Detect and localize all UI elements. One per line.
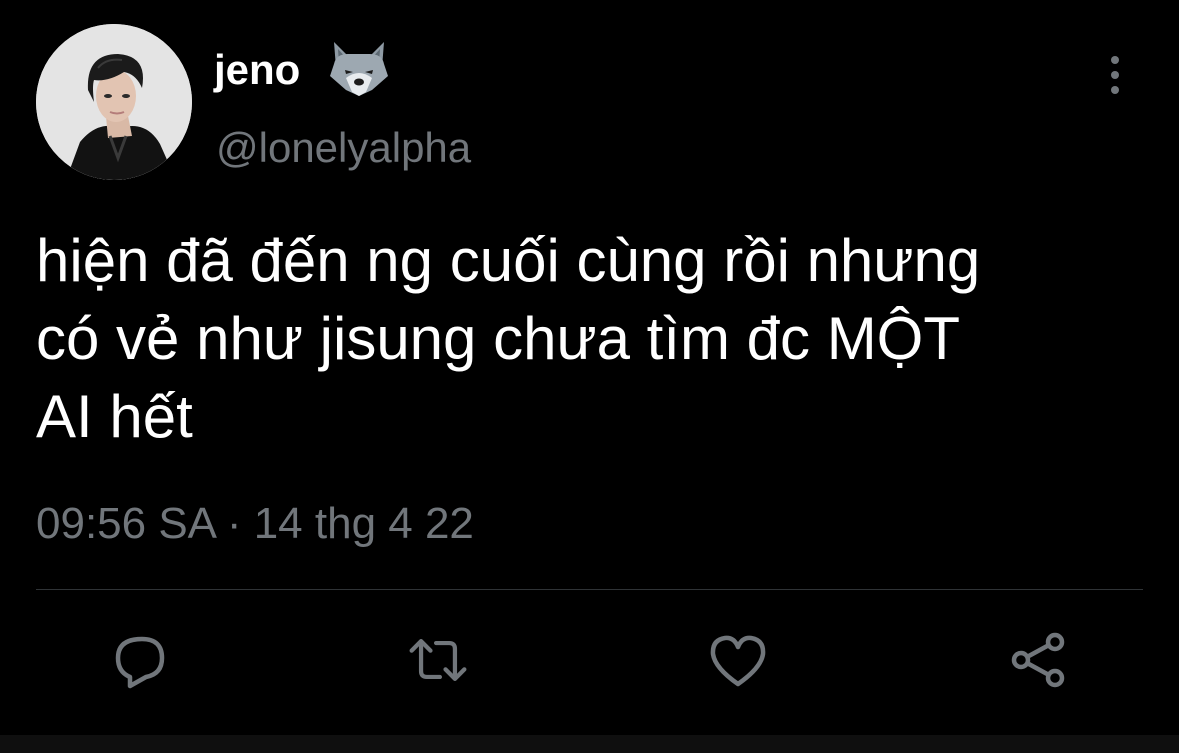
reply-button[interactable] xyxy=(108,628,172,692)
like-button[interactable] xyxy=(706,628,770,692)
wolf-face-icon xyxy=(326,38,392,100)
heart-icon xyxy=(710,635,766,687)
divider xyxy=(36,589,1143,590)
more-options-button[interactable] xyxy=(1096,52,1134,98)
more-vertical-icon-dot xyxy=(1111,71,1119,79)
author-display-name[interactable]: jeno xyxy=(214,44,300,96)
share-icon xyxy=(1011,632,1065,688)
tweet-card: jeno @lonelyalpha hiện đã đến ng cuối cù… xyxy=(0,0,1179,753)
author-handle[interactable]: @lonelyalpha xyxy=(216,122,471,174)
profile-photo xyxy=(36,24,192,180)
bottom-edge xyxy=(0,735,1179,753)
more-vertical-icon xyxy=(1111,56,1119,64)
reply-bubble-icon xyxy=(115,636,165,689)
action-bar xyxy=(0,620,1179,700)
retweet-icon xyxy=(409,639,467,681)
retweet-button[interactable] xyxy=(406,628,470,692)
share-button[interactable] xyxy=(1006,628,1070,692)
avatar[interactable] xyxy=(36,24,192,180)
tweet-timestamp[interactable]: 09:56 SA · 14 thg 4 22 xyxy=(36,496,474,552)
tweet-text: hiện đã đến ng cuối cùng rồi nhưng có vẻ… xyxy=(36,227,981,450)
more-vertical-icon-dot xyxy=(1111,86,1119,94)
